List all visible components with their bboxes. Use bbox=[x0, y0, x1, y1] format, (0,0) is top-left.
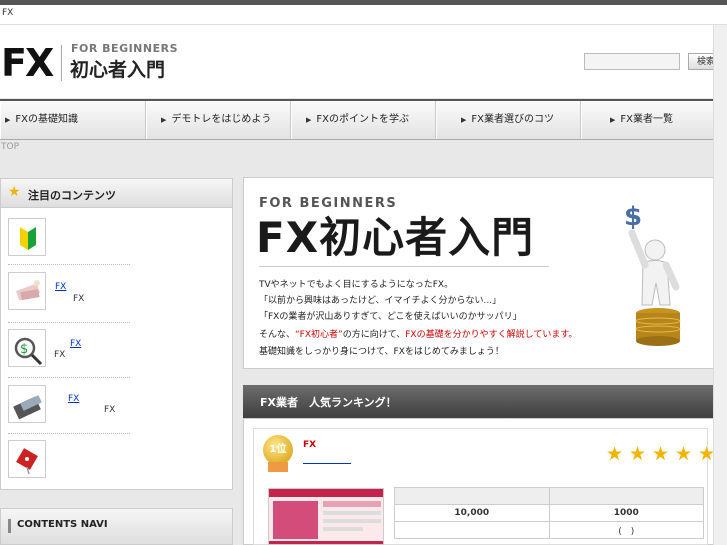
nav-item-demo-trade[interactable]: ▶ デモトレをはじめよう bbox=[146, 101, 291, 139]
contents-navi-label: CONTENTS NAVI bbox=[17, 519, 108, 530]
nav-item-label: FX業者一覧 bbox=[620, 114, 673, 125]
nav-item-fx-basics[interactable]: ▶ FXの基礎知識 bbox=[0, 101, 146, 139]
vertical-scrollbar[interactable] bbox=[713, 25, 727, 545]
logo-title-jp[interactable]: 初心者入門 bbox=[70, 55, 165, 82]
hero-text-part: の方に向けて、 bbox=[342, 330, 406, 340]
sidebar-item-link-underline[interactable] bbox=[63, 394, 93, 403]
rating-star-icon: ★ bbox=[606, 443, 624, 465]
rank-1-medal-icon: 1位 bbox=[263, 435, 293, 465]
sidebar-item[interactable] bbox=[8, 440, 130, 482]
nav-item-label: デモトレをはじめよう bbox=[171, 114, 272, 125]
beginner-mark-icon[interactable] bbox=[8, 218, 46, 256]
broker-site-screenshot[interactable] bbox=[268, 488, 384, 545]
hero-text-highlight: “FX初心者” bbox=[295, 330, 343, 340]
sidebar-item[interactable]: FX FX bbox=[8, 272, 130, 323]
sidebar-item-link-underline[interactable] bbox=[68, 339, 98, 348]
nav-item-broker-list[interactable]: ▶ FX業者一覧 bbox=[581, 101, 727, 139]
sidebar-item[interactable]: $ FX FX bbox=[8, 329, 130, 378]
hero-text-line: 「FXの業者が沢山ありすぎて、どこを使えばいいのかサッパリ」 bbox=[259, 312, 522, 322]
table-row: 10,000 1000 bbox=[394, 504, 704, 522]
arrow-right-icon: ▶ bbox=[161, 116, 167, 124]
sidebar-item-desc: FX bbox=[73, 294, 85, 304]
medal-ribbon bbox=[268, 462, 288, 472]
table-row: ( ) bbox=[394, 521, 704, 539]
breadcrumb[interactable]: TOP bbox=[1, 142, 19, 152]
ranking-heading: FX業者 人気ランキング！ bbox=[243, 385, 718, 418]
search-input[interactable] bbox=[584, 53, 680, 70]
hero-title: FX初心者入門 bbox=[256, 213, 535, 262]
broker-link[interactable] bbox=[303, 455, 351, 464]
table-cell: 10,000 bbox=[394, 504, 550, 522]
logo-divider bbox=[61, 45, 62, 81]
nav-item-label: FXのポイントを学ぶ bbox=[316, 114, 409, 125]
hero-text-line: そんな、“FX初心者”の方に向けて、FXの基礎を分かりやすく解説しています。 bbox=[259, 327, 577, 340]
figure-on-coins-illustration: $ bbox=[624, 202, 681, 346]
nav-item-label: FX業者選びのコツ bbox=[471, 114, 554, 125]
red-dice-icon[interactable] bbox=[8, 440, 46, 478]
global-nav: ▶ FXの基礎知識 ▶ デモトレをはじめよう ▶ FXのポイントを学ぶ ▶ FX業者選び… bbox=[0, 99, 727, 140]
sidebar-heading: ★ 注目のコンテンツ bbox=[0, 178, 233, 208]
sidebar-heading-label: 注目のコンテンツ bbox=[28, 189, 116, 202]
hero-text-highlight: FXの基礎を分かりやすく解説しています。 bbox=[405, 330, 578, 340]
star-icon: ★ bbox=[8, 184, 21, 200]
dollar-magnifier-icon[interactable]: $ bbox=[8, 329, 46, 367]
hero-text-line: 「以前から興味はあったけど、イマイチよく分からない...」 bbox=[259, 296, 502, 306]
ranking-heading-label: FX業者 人気ランキング！ bbox=[260, 396, 397, 409]
broker-name: FX bbox=[303, 440, 317, 450]
arrow-right-icon: ▶ bbox=[5, 116, 11, 124]
hero-text-line: TVやネットでもよく目にするようになったFX。 bbox=[259, 280, 454, 290]
sidebar-item-link-underline[interactable] bbox=[66, 282, 102, 291]
table-cell bbox=[394, 487, 550, 505]
nav-item-fx-points[interactable]: ▶ FXのポイントを学ぶ bbox=[291, 101, 436, 139]
table-cell bbox=[394, 521, 550, 539]
contents-navi-heading: CONTENTS NAVI bbox=[0, 508, 233, 545]
sidebar-item-desc: FX bbox=[54, 350, 66, 360]
sidebar-item[interactable]: FX FX bbox=[8, 385, 130, 434]
site-header: FX FOR BEGINNERS 初心者入門 検索 bbox=[0, 25, 727, 98]
arrow-right-icon: ▶ bbox=[610, 116, 616, 124]
sidebar-item-link[interactable] bbox=[54, 452, 82, 461]
nav-item-broker-tips[interactable]: ▶ FX業者選びのコツ bbox=[436, 101, 581, 139]
hero-text-line: 基礎知識をしっかり身につけて、FXをはじめてみましょう！ bbox=[259, 347, 504, 357]
rating-star-icon: ★ bbox=[675, 443, 693, 465]
hero-for-beginners: FOR BEGINNERS bbox=[259, 196, 398, 211]
hero-text-part: そんな、 bbox=[259, 330, 296, 340]
rating-star-icon: ★ bbox=[629, 443, 647, 465]
hero-divider bbox=[259, 266, 549, 267]
sidebar-item[interactable] bbox=[8, 218, 130, 265]
sidebar-item-desc: FX bbox=[104, 405, 116, 415]
sidebar-item-link[interactable]: FX bbox=[55, 282, 66, 292]
money-hand-icon[interactable] bbox=[8, 272, 46, 310]
svg-text:$: $ bbox=[624, 202, 642, 232]
logo-fx[interactable]: FX bbox=[1, 43, 54, 83]
table-cell bbox=[548, 487, 704, 505]
nav-item-label: FXの基礎知識 bbox=[15, 114, 78, 125]
table-cell: ( ) bbox=[548, 521, 704, 539]
heading-bar bbox=[8, 519, 11, 533]
calculator-icon[interactable] bbox=[8, 385, 46, 423]
rating-star-icon: ★ bbox=[652, 443, 670, 465]
logo-for-beginners[interactable]: FOR BEGINNERS bbox=[71, 42, 178, 55]
site-top-bar: FX bbox=[0, 5, 727, 25]
table-row bbox=[394, 487, 704, 505]
broker-spec-table: 10,000 1000 ( ) bbox=[394, 487, 704, 539]
site-title: FX bbox=[2, 8, 14, 18]
arrow-right-icon: ▶ bbox=[306, 116, 312, 124]
table-cell: 1000 bbox=[548, 504, 704, 522]
arrow-right-icon: ▶ bbox=[461, 116, 467, 124]
svg-text:$: $ bbox=[20, 342, 28, 357]
